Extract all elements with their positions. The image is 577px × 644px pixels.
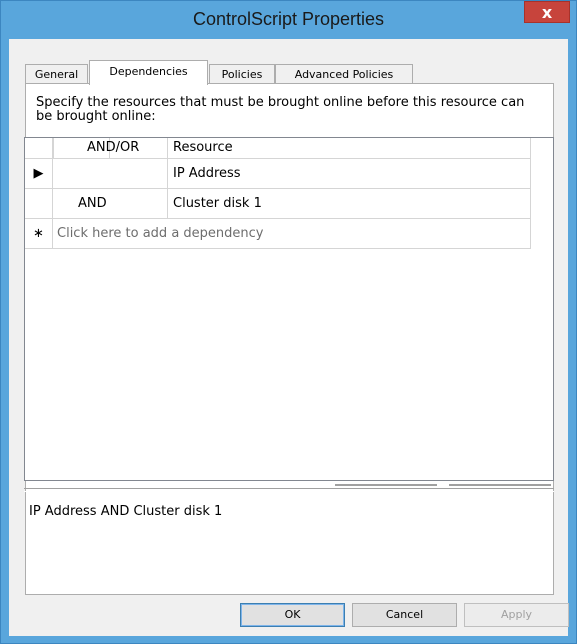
row-header[interactable] [25, 189, 53, 218]
new-row-asterisk-icon: ∗ [25, 219, 53, 248]
table-row[interactable]: ▶ IP Address [25, 159, 531, 189]
window-title: ControlScript Properties [192, 9, 385, 29]
dependency-grid[interactable]: AND/OR Resource ▶ IP Address AND Cluster… [24, 137, 554, 481]
resource-cell[interactable]: Cluster disk 1 [168, 189, 531, 218]
insert-splitter-left [335, 484, 437, 486]
column-header-andor[interactable]: AND/OR [82, 138, 168, 158]
tab-dependencies[interactable]: Dependencies [89, 60, 208, 85]
tab-advanced-policies[interactable]: Advanced Policies [275, 64, 413, 84]
table-row[interactable]: AND Cluster disk 1 [25, 189, 531, 219]
andor-cell[interactable]: AND [53, 189, 168, 218]
add-dependency-placeholder[interactable]: Click here to add a dependency [53, 219, 531, 248]
properties-dialog: ControlScript Properties x General Depen… [0, 0, 577, 644]
apply-button[interactable]: Apply [464, 603, 569, 627]
ok-button[interactable]: OK [240, 603, 345, 627]
close-button[interactable]: x [524, 1, 570, 23]
cancel-button[interactable]: Cancel [352, 603, 457, 627]
insert-splitter-right [449, 484, 551, 486]
title-bar[interactable]: ControlScript Properties x [1, 1, 576, 37]
row-header-corner [25, 138, 53, 158]
dependency-summary: IP Address AND Cluster disk 1 [29, 504, 223, 519]
andor-cell[interactable] [53, 159, 168, 188]
new-dependency-row[interactable]: ∗ Click here to add a dependency [25, 219, 531, 249]
tab-policies[interactable]: Policies [209, 64, 275, 84]
grid-header: AND/OR Resource [25, 138, 531, 159]
tab-general[interactable]: General [25, 64, 88, 84]
divider [24, 488, 554, 492]
row-selected-marker[interactable]: ▶ [25, 159, 53, 188]
resource-cell[interactable]: IP Address [168, 159, 531, 188]
dependencies-description: Specify the resources that must be broug… [36, 95, 525, 124]
column-header-resource[interactable]: Resource [168, 138, 531, 158]
